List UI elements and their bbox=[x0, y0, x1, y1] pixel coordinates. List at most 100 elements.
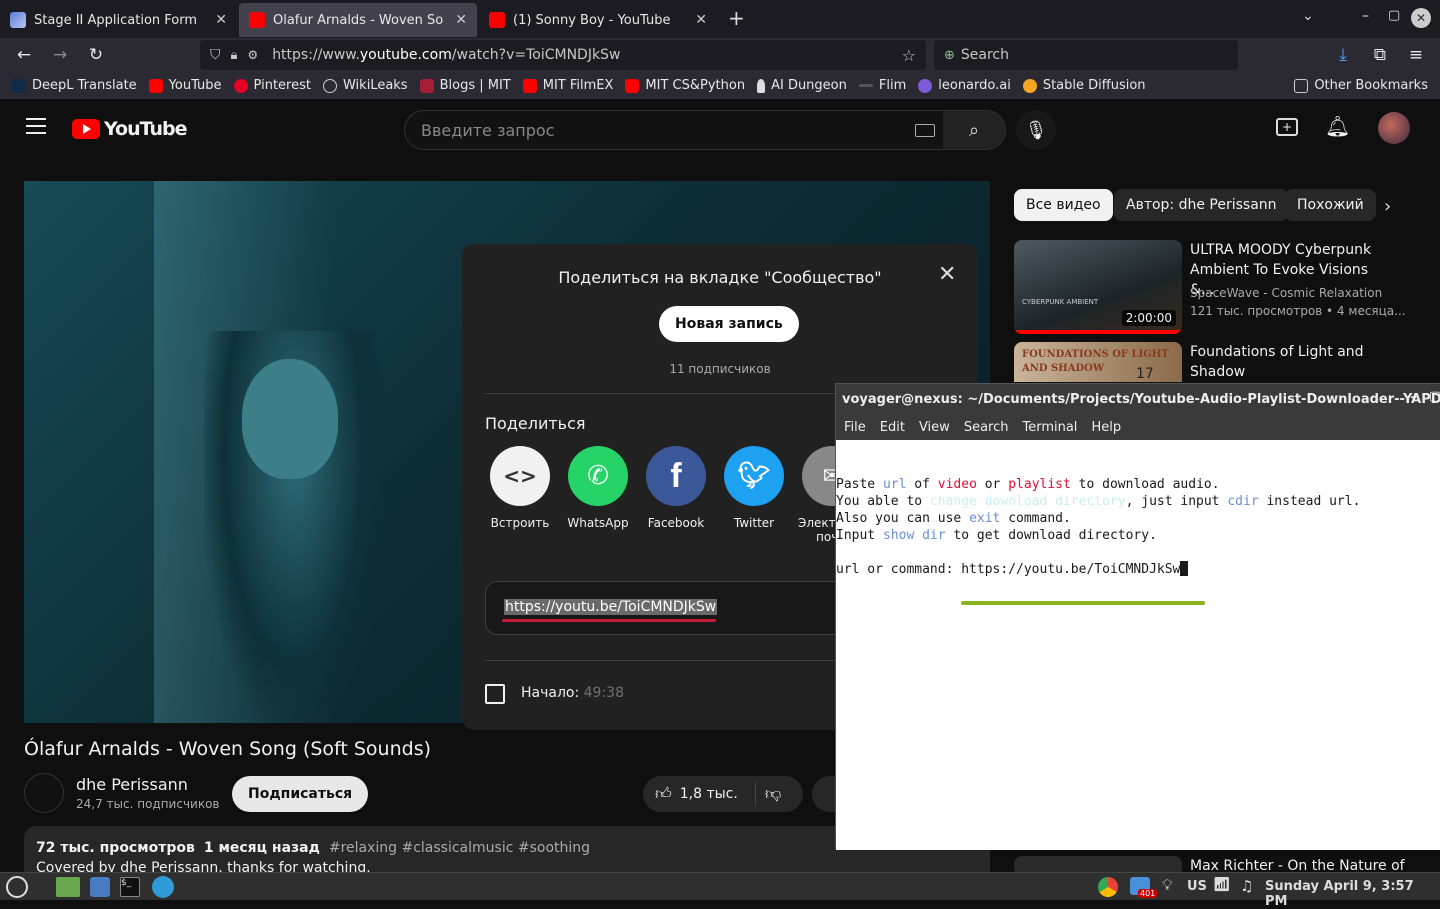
menu-view[interactable]: View bbox=[919, 420, 950, 435]
share-link-text[interactable]: https://youtu.be/ToiCMNDJkSw bbox=[504, 599, 718, 615]
close-icon[interactable]: ✕ bbox=[695, 12, 707, 28]
recommendation-item[interactable]: CYBERPUNK AMBIENT 2:00:00 ULTRA MOODY Cy… bbox=[1014, 240, 1434, 336]
notifications-bell-icon[interactable]: 🔔︎ bbox=[1325, 114, 1350, 138]
bookmark-mit-filmex[interactable]: MIT FilmEX bbox=[522, 78, 613, 93]
bookmark-blogs-mit[interactable]: Blogs | MIT bbox=[419, 78, 511, 93]
channel-name[interactable]: dhe Perissann bbox=[76, 775, 188, 794]
video-thumbnail[interactable] bbox=[1014, 856, 1182, 872]
menu-edit[interactable]: Edit bbox=[880, 420, 905, 435]
address-bar[interactable]: ⛉ 🔒︎ ⚙︎ https://www.youtube.com/watch?v=… bbox=[200, 40, 926, 70]
other-bookmarks[interactable]: Other Bookmarks bbox=[1294, 78, 1428, 93]
recommendation-channel[interactable]: SpaceWave - Cosmic Relaxation bbox=[1190, 286, 1382, 300]
recommendation-item[interactable]: Max Richter - On the Nature of bbox=[1014, 856, 1434, 872]
bookmark-wikileaks[interactable]: WikiLeaks bbox=[322, 78, 408, 93]
terminal-icon[interactable]: $_ bbox=[120, 877, 140, 897]
menu-search[interactable]: Search bbox=[964, 420, 1009, 435]
lightbulb-icon[interactable]: 💡︎ bbox=[1162, 876, 1173, 894]
bookmark-leonardo[interactable]: leonardo.ai bbox=[918, 78, 1011, 93]
chip-author[interactable]: Автор: dhe Perissann bbox=[1114, 189, 1289, 221]
recommendation-title[interactable]: Max Richter - On the Nature of bbox=[1190, 856, 1430, 872]
create-video-icon[interactable]: + bbox=[1276, 118, 1298, 136]
terminal-text-segment: url bbox=[882, 477, 907, 492]
terminal-output[interactable]: Paste url of video or playlist to downlo… bbox=[836, 440, 1440, 850]
embed-icon[interactable]: <> bbox=[490, 446, 550, 506]
subscribe-button[interactable]: Подписаться bbox=[232, 776, 369, 812]
start-time-checkbox[interactable] bbox=[485, 684, 505, 704]
screenshot-icon[interactable] bbox=[90, 877, 110, 897]
chevron-right-icon[interactable]: › bbox=[1384, 196, 1391, 217]
close-icon[interactable]: ✕ bbox=[455, 12, 467, 28]
bookmark-deepl[interactable]: DeepL Translate bbox=[12, 78, 137, 93]
twitter-icon[interactable]: 🐦︎ bbox=[724, 446, 784, 506]
facebook-icon[interactable]: f bbox=[646, 446, 706, 506]
minimize-icon[interactable]: – bbox=[1362, 8, 1369, 24]
window-close-icon[interactable]: ✕ bbox=[1411, 8, 1431, 28]
keyboard-icon[interactable] bbox=[915, 124, 935, 137]
youtube-icon bbox=[148, 78, 163, 93]
hamburger-menu-icon[interactable] bbox=[26, 118, 46, 134]
search-input[interactable]: Введите запрос ⌕ bbox=[404, 110, 1006, 150]
search-icon[interactable]: ⌕ bbox=[943, 111, 1005, 149]
chrome-icon[interactable] bbox=[1098, 877, 1118, 897]
channel-avatar[interactable] bbox=[24, 773, 64, 813]
bookmark-youtube[interactable]: YouTube bbox=[148, 78, 222, 93]
maximize-icon[interactable]: ▢ bbox=[1429, 389, 1440, 404]
browser-icon[interactable] bbox=[152, 876, 174, 898]
music-note-icon[interactable]: ♫ bbox=[1240, 877, 1253, 895]
back-arrow-icon[interactable]: ← bbox=[10, 42, 38, 68]
forward-arrow-icon[interactable]: → bbox=[46, 42, 74, 68]
lock-icon[interactable]: 🔒︎ bbox=[231, 48, 238, 63]
new-post-button[interactable]: Новая запись bbox=[659, 306, 799, 342]
whatsapp-icon[interactable]: ✆ bbox=[568, 446, 628, 506]
thumbs-up-icon[interactable]: 👍︎ bbox=[655, 784, 672, 804]
video-thumbnail[interactable]: FOUNDATIONS OF LIGHT AND SHADOW 17 bbox=[1014, 342, 1182, 382]
bookmark-pinterest[interactable]: Pinterest bbox=[233, 78, 311, 93]
tab-woven-song[interactable]: Ólafur Arnalds - Woven Song ✕ bbox=[239, 3, 477, 37]
bookmark-label: Flim bbox=[878, 78, 907, 93]
url-text[interactable]: https://www.youtube.com/watch?v=ToiCMNDJ… bbox=[272, 47, 620, 63]
menu-icon[interactable]: ≡ bbox=[1402, 42, 1430, 68]
recommendation-item[interactable]: FOUNDATIONS OF LIGHT AND SHADOW 17 Found… bbox=[1014, 342, 1434, 382]
tab-list-chevron-icon[interactable]: ⌄ bbox=[1302, 8, 1314, 24]
video-thumbnail[interactable]: CYBERPUNK AMBIENT 2:00:00 bbox=[1014, 240, 1182, 334]
tab-label: (1) Sonny Boy - YouTube bbox=[513, 12, 671, 28]
tab-stage-ii[interactable]: Stage II Application Form ✕ bbox=[0, 3, 237, 37]
bookmark-flim[interactable]: Flim bbox=[858, 78, 907, 93]
hashtags[interactable]: #relaxing #classicalmusic #soothing bbox=[329, 840, 590, 856]
maximize-icon[interactable]: ▢ bbox=[1388, 8, 1400, 23]
mint-menu-icon[interactable] bbox=[6, 876, 28, 898]
menu-file[interactable]: File bbox=[844, 420, 866, 435]
shield-icon[interactable]: ⛉ bbox=[210, 47, 221, 63]
like-count[interactable]: 1,8 тыс. bbox=[680, 786, 738, 802]
keyboard-layout[interactable]: US bbox=[1187, 879, 1207, 894]
navigation-bar: ← → ↻ ⛉ 🔒︎ ⚙︎ https://www.youtube.com/wa… bbox=[0, 38, 1440, 72]
menu-help[interactable]: Help bbox=[1091, 420, 1121, 435]
reload-icon[interactable]: ↻ bbox=[82, 42, 110, 68]
new-tab-button[interactable]: + bbox=[728, 6, 745, 30]
thumbs-down-icon[interactable]: 👎︎ bbox=[765, 784, 781, 804]
youtube-logo[interactable]: YouTube bbox=[72, 118, 187, 140]
bookmark-star-icon[interactable]: ☆ bbox=[902, 46, 916, 65]
start-time-value[interactable]: 49:38 bbox=[584, 685, 624, 701]
extensions-icon[interactable]: ⧉ bbox=[1366, 42, 1394, 68]
bookmark-stable-diffusion[interactable]: Stable Diffusion bbox=[1022, 78, 1146, 93]
chip-all-videos[interactable]: Все видео bbox=[1014, 189, 1113, 221]
tab-sonny-boy[interactable]: (1) Sonny Boy - YouTube ✕ bbox=[479, 3, 717, 37]
avatar[interactable] bbox=[1378, 112, 1410, 144]
terminal-title-bar[interactable]: voyager@nexus: ~/Documents/Projects/Yout… bbox=[836, 384, 1440, 414]
search-bar[interactable]: ⊕ Search bbox=[934, 40, 1238, 70]
file-manager-icon[interactable] bbox=[56, 877, 80, 897]
permissions-icon[interactable]: ⚙︎ bbox=[247, 48, 258, 62]
chip-related[interactable]: Похожий bbox=[1285, 189, 1376, 221]
clock[interactable]: Sunday April 9, 3:57 PM bbox=[1265, 879, 1440, 909]
close-icon[interactable]: ✕ bbox=[215, 12, 227, 28]
microphone-icon[interactable]: 🎙︎ bbox=[1016, 110, 1056, 150]
minimize-icon[interactable]: – bbox=[1411, 390, 1418, 405]
wifi-icon[interactable]: 📶︎ bbox=[1213, 877, 1231, 893]
bookmark-ai-dungeon[interactable]: AI Dungeon bbox=[757, 78, 847, 93]
menu-terminal[interactable]: Terminal bbox=[1022, 420, 1077, 435]
bookmark-mit-cs-python[interactable]: MIT CS&Python bbox=[625, 78, 745, 93]
close-icon[interactable]: ✕ bbox=[938, 262, 956, 287]
recommendation-title[interactable]: Foundations of Light and Shadow bbox=[1190, 342, 1390, 382]
download-icon[interactable]: ⤓ bbox=[1329, 42, 1357, 68]
